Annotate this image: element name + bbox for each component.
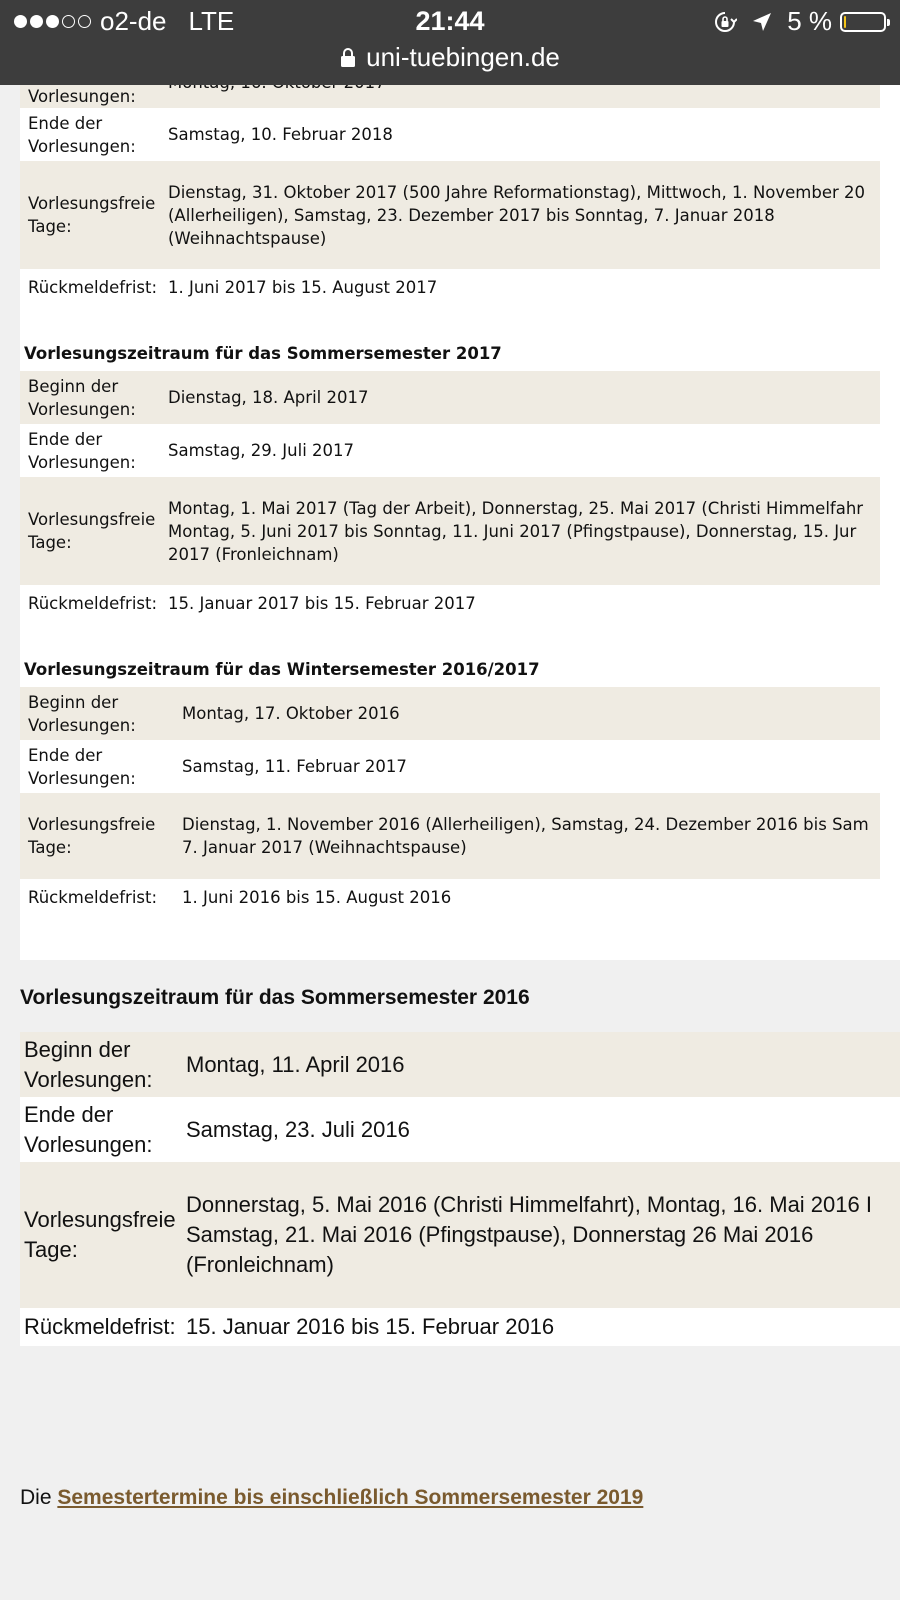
url-text: uni-tuebingen.de: [366, 42, 560, 72]
address-bar[interactable]: uni-tuebingen.de: [0, 42, 900, 73]
lock-icon: [340, 47, 356, 68]
footer-prefix: Die: [20, 1486, 52, 1509]
battery-fill: [844, 15, 846, 28]
semester-table-ws2016: Beginn der Vorlesungen: Montag, 17. Oktob…: [20, 687, 880, 916]
row-label: Ende der Vorlesungen:: [28, 113, 136, 156]
table-row: Rückmeldefrist: 1. Juni 2017 bis 15. Aug…: [20, 269, 880, 306]
row-value: Dienstag, 31. Oktober 2017 (500 Jahre Re…: [168, 161, 880, 269]
row-label: Vorlesungsfreie Tage:: [20, 1162, 186, 1308]
table-row: Vorlesungsfreie Tage: Donnerstag, 5. Mai …: [20, 1162, 900, 1308]
table-row: Rückmeldefrist: 1. Juni 2016 bis 15. Aug…: [20, 879, 880, 916]
row-value: Samstag, 10. Februar 2018: [168, 125, 393, 144]
row-label: Vorlesungsfreie Tage:: [20, 161, 168, 269]
row-label: Beginn der Vorlesungen:: [20, 687, 182, 740]
table-row: Ende der Vorlesungen: Samstag, 10. Februa…: [20, 108, 880, 161]
location-arrow-icon: [751, 11, 773, 33]
semester-table-ss2016: Beginn der Vorlesungen: Montag, 11. April…: [20, 1032, 900, 1346]
row-value: 15. Januar 2017 bis 15. Februar 2017: [168, 594, 476, 613]
section-title: Vorlesungszeitraum für das Sommersemeste…: [24, 344, 502, 363]
table-row: Vorlesungsfreie Tage: Dienstag, 1. Novemb…: [20, 793, 880, 879]
row-value: 15. Januar 2016 bis 15. Februar 2016: [186, 1308, 900, 1346]
row-label: Rückmeldefrist:: [28, 888, 158, 907]
table-row: Rückmeldefrist: 15. Januar 2017 bis 15. …: [20, 585, 880, 622]
section-title: Vorlesungszeitraum für das Wintersemeste…: [24, 660, 540, 679]
content-panel: Vorlesungen: Montag, 16. Oktober 2017 En…: [20, 85, 900, 960]
status-bar: o2-de LTE 21:44 5 % uni-tuebingen.de: [0, 0, 900, 85]
row-value: Montag, 16. Oktober 2017: [168, 85, 880, 108]
row-label: Rückmeldefrist:: [28, 278, 158, 297]
row-label: Vorlesungen:: [20, 85, 168, 108]
table-row: Beginn der Vorlesungen: Dienstag, 18. Apr…: [20, 371, 880, 424]
row-value: Samstag, 11. Februar 2017: [182, 757, 407, 776]
semester-table-ss2017: Beginn der Vorlesungen: Dienstag, 18. Apr…: [20, 371, 880, 622]
row-label: Rückmeldefrist:: [28, 594, 158, 613]
row-label: Rückmeldefrist:: [20, 1308, 186, 1346]
row-label: Ende der Vorlesungen:: [28, 429, 136, 472]
row-value: Montag, 17. Oktober 2016: [182, 687, 880, 740]
row-value: 1. Juni 2016 bis 15. August 2016: [182, 888, 452, 907]
row-value: Montag, 11. April 2016: [186, 1032, 900, 1097]
row-value: Montag, 1. Mai 2017 (Tag der Arbeit), Do…: [168, 477, 880, 585]
semester-table-ws2017: Vorlesungen: Montag, 16. Oktober 2017 En…: [20, 85, 880, 306]
row-label: Vorlesungsfreie Tage:: [20, 477, 168, 585]
row-value: Donnerstag, 5. Mai 2016 (Christi Himmelf…: [186, 1162, 900, 1308]
table-row: Vorlesungen: Montag, 16. Oktober 2017: [20, 85, 880, 108]
status-right: 5 %: [713, 6, 890, 37]
footer-text: Die Semestertermine bis einschließlich S…: [20, 1486, 643, 1510]
rotation-lock-icon: [713, 10, 738, 34]
table-row: Ende der Vorlesungen: Samstag, 29. Juli 2…: [20, 424, 880, 477]
row-value: Dienstag, 1. November 2016 (Allerheilige…: [182, 793, 880, 879]
table-row: Vorlesungsfreie Tage: Montag, 1. Mai 2017…: [20, 477, 880, 585]
row-label: Ende der Vorlesungen:: [28, 745, 136, 788]
table-row: Ende der Vorlesungen: Samstag, 23. Juli 2…: [20, 1097, 900, 1162]
row-label: Beginn der Vorlesungen:: [20, 371, 168, 424]
row-value: Samstag, 23. Juli 2016: [186, 1097, 900, 1162]
semestertermine-link[interactable]: Semestertermine bis einschließlich Somme…: [57, 1486, 643, 1509]
row-value: Samstag, 29. Juli 2017: [168, 441, 355, 460]
row-value: Dienstag, 18. April 2017: [168, 371, 880, 424]
battery-icon: [840, 11, 890, 32]
table-row: Rückmeldefrist: 15. Januar 2016 bis 15. …: [20, 1308, 900, 1346]
table-row: Beginn der Vorlesungen: Montag, 17. Oktob…: [20, 687, 880, 740]
row-label: Ende der Vorlesungen:: [20, 1097, 186, 1162]
table-row: Vorlesungsfreie Tage: Dienstag, 31. Oktob…: [20, 161, 880, 269]
row-label: Beginn der Vorlesungen:: [20, 1032, 186, 1097]
section-ss2016: Vorlesungszeitraum für das Sommersemeste…: [20, 983, 900, 1346]
row-label: Vorlesungsfreie Tage:: [20, 793, 182, 879]
table-row: Beginn der Vorlesungen: Montag, 11. April…: [20, 1032, 900, 1097]
battery-percent: 5 %: [787, 6, 832, 36]
table-row: Ende der Vorlesungen: Samstag, 11. Februa…: [20, 740, 880, 793]
row-value: 1. Juni 2017 bis 15. August 2017: [168, 278, 438, 297]
section-title: Vorlesungszeitraum für das Sommersemeste…: [20, 986, 530, 1009]
